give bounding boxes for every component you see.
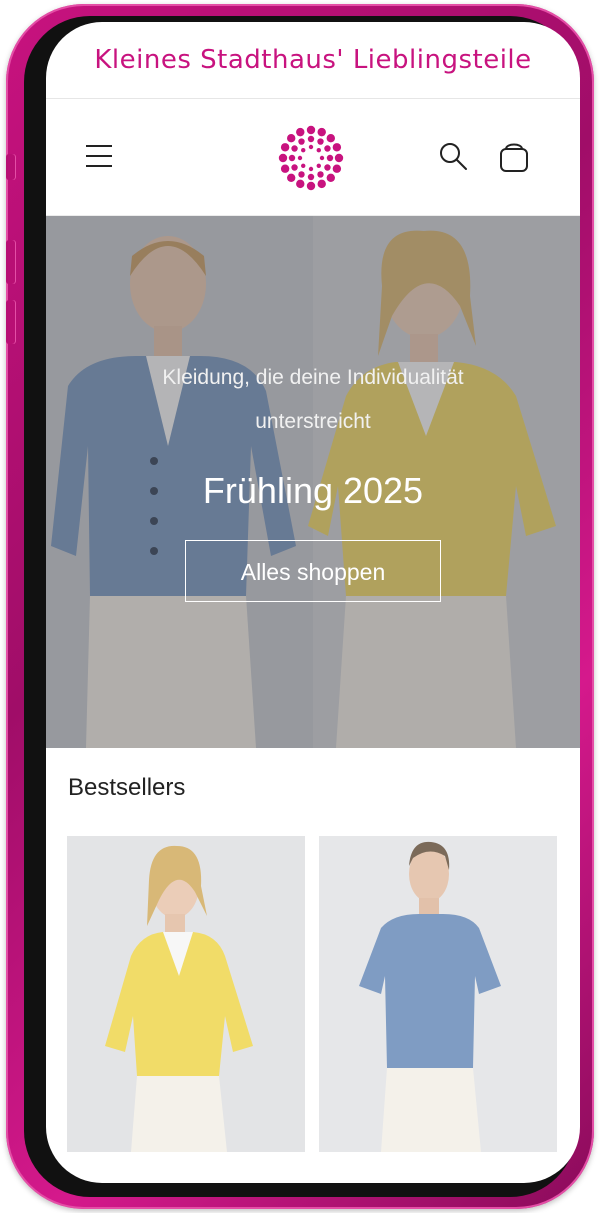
logo-dot	[324, 164, 331, 171]
logo-dot	[307, 173, 315, 181]
logo-dot	[280, 143, 290, 152]
logo-dot	[287, 134, 296, 143]
hero-content: Kleidung, die deine Individualität unter…	[46, 356, 580, 602]
logo-dot	[306, 125, 316, 135]
side-button-volume-up	[6, 240, 16, 284]
logo-dot	[308, 144, 314, 150]
store-logo[interactable]	[276, 123, 346, 193]
bestsellers-heading: Bestsellers	[68, 774, 186, 801]
product-grid	[67, 836, 580, 1166]
side-button-action	[6, 154, 16, 180]
hamburger-menu-icon	[86, 145, 112, 167]
logo-dot	[326, 134, 335, 143]
product-image-yellow-cardigan	[67, 836, 305, 1152]
logo-dot	[296, 127, 305, 137]
hero-banner: Kleidung, die deine Individualität unter…	[46, 216, 580, 748]
side-button-volume-down	[6, 300, 16, 344]
logo-dot	[326, 154, 334, 162]
dotted-sun-logo	[278, 125, 344, 191]
logo-dot	[291, 164, 298, 171]
logo-dot	[278, 153, 288, 163]
logo-dot	[326, 173, 335, 182]
logo-dot	[324, 145, 331, 152]
logo-dot	[298, 138, 305, 145]
product-image-blue-tshirt	[319, 836, 557, 1152]
announcement-text: Kleines Stadthaus' Lieblingsteile	[94, 45, 532, 75]
logo-dot	[332, 143, 342, 152]
logo-dot	[332, 164, 342, 173]
product-card-yellow-cardigan[interactable]	[67, 836, 305, 1152]
logo-dot	[316, 163, 321, 168]
product-card-blue-tshirt[interactable]	[319, 836, 557, 1152]
logo-dot	[317, 127, 326, 137]
logo-dot	[334, 153, 344, 163]
logo-dot	[317, 171, 324, 178]
logo-dot	[301, 148, 306, 153]
search-icon	[440, 143, 467, 170]
logo-dot	[317, 138, 324, 145]
logo-dot	[288, 154, 296, 162]
hero-title: Frühling 2025	[202, 470, 424, 511]
logo-dot	[306, 181, 316, 191]
cart-button[interactable]	[498, 139, 530, 173]
phone-screen: Kleines Stadthaus' Lieblingsteile Kleidu…	[46, 22, 580, 1183]
site-header	[46, 99, 580, 216]
logo-dot	[287, 173, 296, 182]
logo-dot	[319, 155, 325, 161]
logo-dot	[316, 148, 321, 153]
logo-dot	[317, 179, 326, 189]
announcement-bar: Kleines Stadthaus' Lieblingsteile	[46, 22, 580, 99]
cart-icon	[500, 143, 528, 172]
logo-dot	[296, 179, 305, 189]
logo-dot	[308, 166, 314, 172]
search-button[interactable]	[438, 141, 468, 171]
logo-dot	[301, 163, 306, 168]
logo-dot	[298, 171, 305, 178]
logo-dot	[297, 155, 303, 161]
logo-dot	[280, 164, 290, 173]
hero-subtitle: Kleidung, die deine Individualität unter…	[162, 366, 464, 433]
menu-button[interactable]	[84, 141, 114, 171]
logo-dot	[291, 145, 298, 152]
shop-all-button[interactable]: Alles shoppen	[185, 540, 441, 602]
logo-dot	[307, 135, 315, 143]
